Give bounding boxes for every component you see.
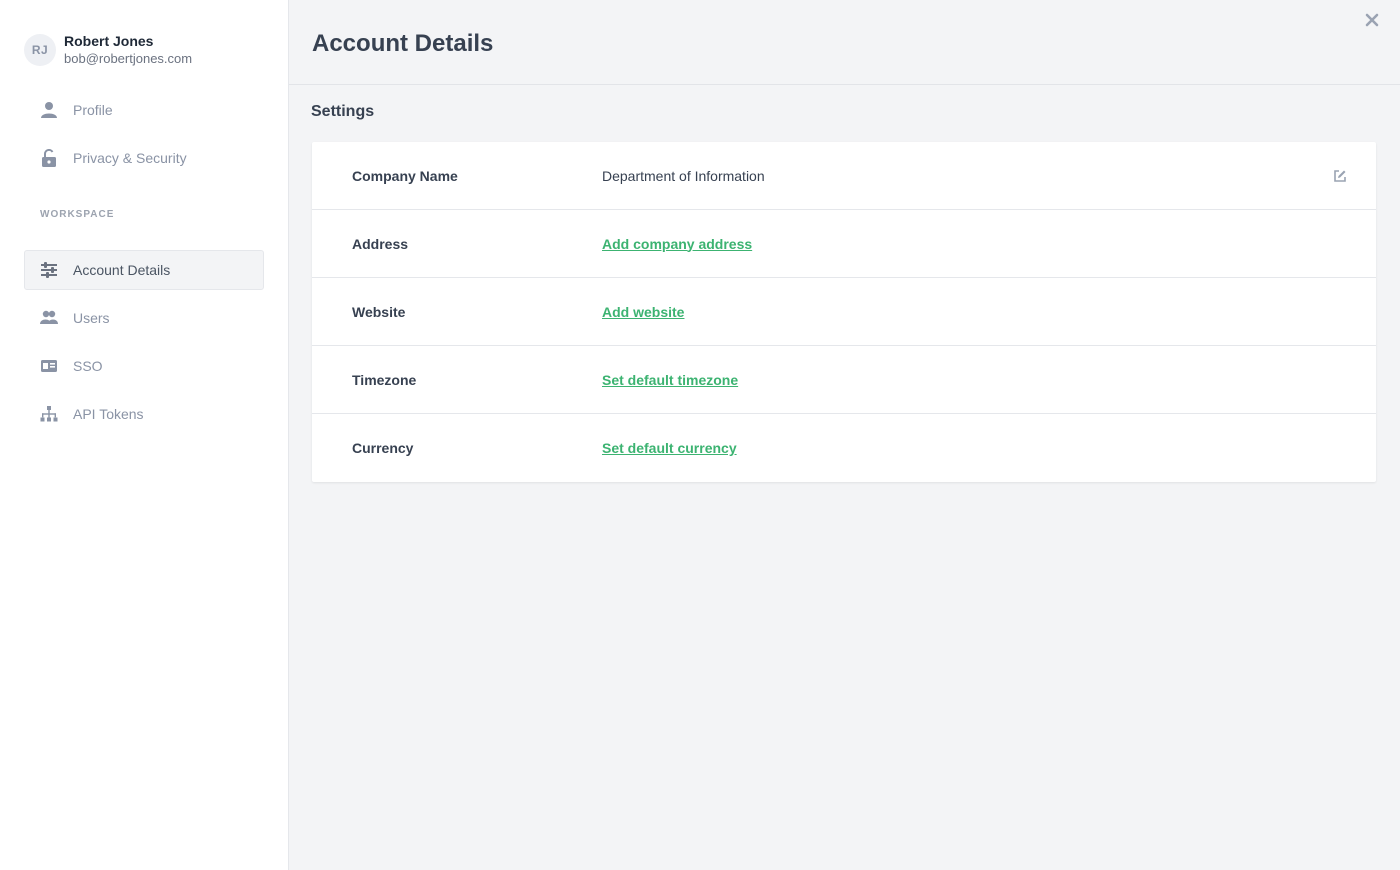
user-email: bob@robertjones.com [64, 51, 193, 66]
avatar: RJ [24, 34, 56, 66]
company-name-value: Department of Information [602, 167, 765, 184]
sitemap-icon [40, 405, 58, 423]
set-default-timezone-link[interactable]: Set default timezone [602, 372, 738, 388]
add-company-address-link[interactable]: Add company address [602, 236, 752, 252]
row-label: Address [352, 235, 409, 252]
user-name: Robert Jones [64, 33, 154, 49]
page-title: Account Details [312, 30, 494, 57]
settings-row-currency: Currency Set default currency [312, 414, 1376, 482]
user-icon [40, 101, 58, 119]
sidebar-item-account-details[interactable]: Account Details [24, 250, 264, 290]
settings-row-website: Website Add website [312, 278, 1376, 346]
sidebar: RJ Robert Jones bob@robertjones.com Prof… [0, 0, 289, 870]
sidebar-item-label: Profile [73, 102, 113, 118]
close-icon [1365, 13, 1379, 32]
sidebar-item-sso[interactable]: SSO [24, 346, 264, 386]
settings-row-company-name: Company Name Department of Information [312, 142, 1376, 210]
sidebar-item-label: API Tokens [73, 406, 144, 422]
row-label: Currency [352, 440, 414, 456]
sidebar-item-label: Account Details [73, 262, 171, 278]
sliders-icon [40, 261, 58, 279]
page-header: Account Details [289, 0, 1400, 85]
add-website-link[interactable]: Add website [602, 304, 684, 320]
workspace-section-label: WORKSPACE [40, 209, 115, 220]
sidebar-item-profile[interactable]: Profile [24, 90, 264, 130]
settings-row-address: Address Add company address [312, 210, 1376, 278]
close-button[interactable] [1362, 12, 1382, 32]
row-label: Timezone [352, 371, 417, 388]
set-default-currency-link[interactable]: Set default currency [602, 440, 737, 456]
settings-section-title: Settings [311, 103, 375, 120]
user-profile: RJ Robert Jones bob@robertjones.com [24, 30, 192, 70]
sidebar-item-label: Users [73, 310, 110, 326]
edit-icon[interactable] [1332, 168, 1348, 184]
row-label: Website [352, 303, 406, 320]
sidebar-item-privacy-security[interactable]: Privacy & Security [24, 138, 264, 178]
sidebar-item-users[interactable]: Users [24, 298, 264, 338]
sidebar-item-api-tokens[interactable]: API Tokens [24, 394, 264, 434]
users-icon [40, 309, 58, 327]
sidebar-item-label: SSO [73, 358, 103, 374]
id-card-icon [40, 357, 58, 375]
settings-card: Company Name Department of Information A… [312, 142, 1376, 482]
settings-row-timezone: Timezone Set default timezone [312, 346, 1376, 414]
row-label: Company Name [352, 167, 458, 184]
lock-icon [40, 149, 58, 167]
sidebar-item-label: Privacy & Security [73, 150, 187, 166]
